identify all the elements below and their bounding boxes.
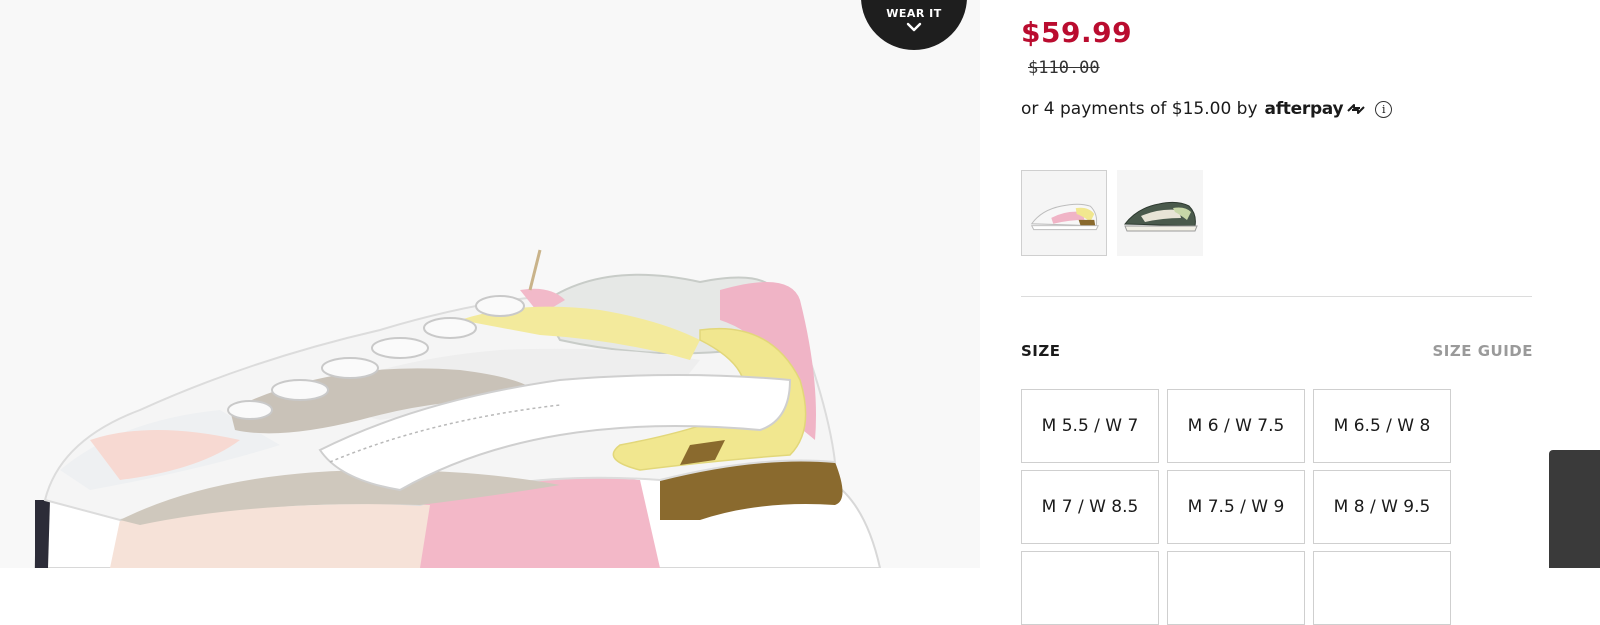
info-icon[interactable]: i [1375,100,1393,118]
size-option[interactable] [1021,551,1159,625]
size-option[interactable]: M 8 / W 9.5 [1313,470,1451,544]
color-swatch-green[interactable] [1117,170,1203,256]
size-option[interactable]: M 6.5 / W 8 [1313,389,1451,463]
size-option[interactable]: M 7.5 / W 9 [1167,470,1305,544]
product-image [33,249,882,568]
size-guide-link[interactable]: SIZE GUIDE [1432,342,1533,360]
original-price: $110.00 [1028,58,1100,78]
afterpay-brand: afterpay [1264,99,1344,119]
size-option[interactable] [1167,551,1305,625]
size-option[interactable]: M 6 / W 7.5 [1167,389,1305,463]
swatch-shoe-pink [1030,203,1099,231]
wear-it-label: WEAR IT [886,7,942,20]
size-option[interactable]: M 5.5 / W 7 [1021,389,1159,463]
color-swatch-pink[interactable] [1021,170,1107,256]
scroll-handle[interactable] [1549,450,1600,568]
size-option[interactable]: M 7 / W 8.5 [1021,470,1159,544]
chevron-down-icon [906,22,922,32]
size-option[interactable] [1313,551,1451,625]
afterpay-text: or 4 payments of $15.00 by [1021,99,1258,119]
afterpay-message: or 4 payments of $15.00 by afterpay i [1021,99,1393,119]
size-label: SIZE [1021,342,1061,360]
product-image-gallery: WEAR IT [0,0,980,568]
sale-price: $59.99 [1021,16,1133,49]
swatch-shoe-green [1124,201,1198,232]
divider [1021,296,1532,297]
afterpay-arrows-icon [1347,104,1365,114]
product-info-panel: $59.99 $110.00 or 4 payments of $15.00 b… [1021,0,1533,625]
